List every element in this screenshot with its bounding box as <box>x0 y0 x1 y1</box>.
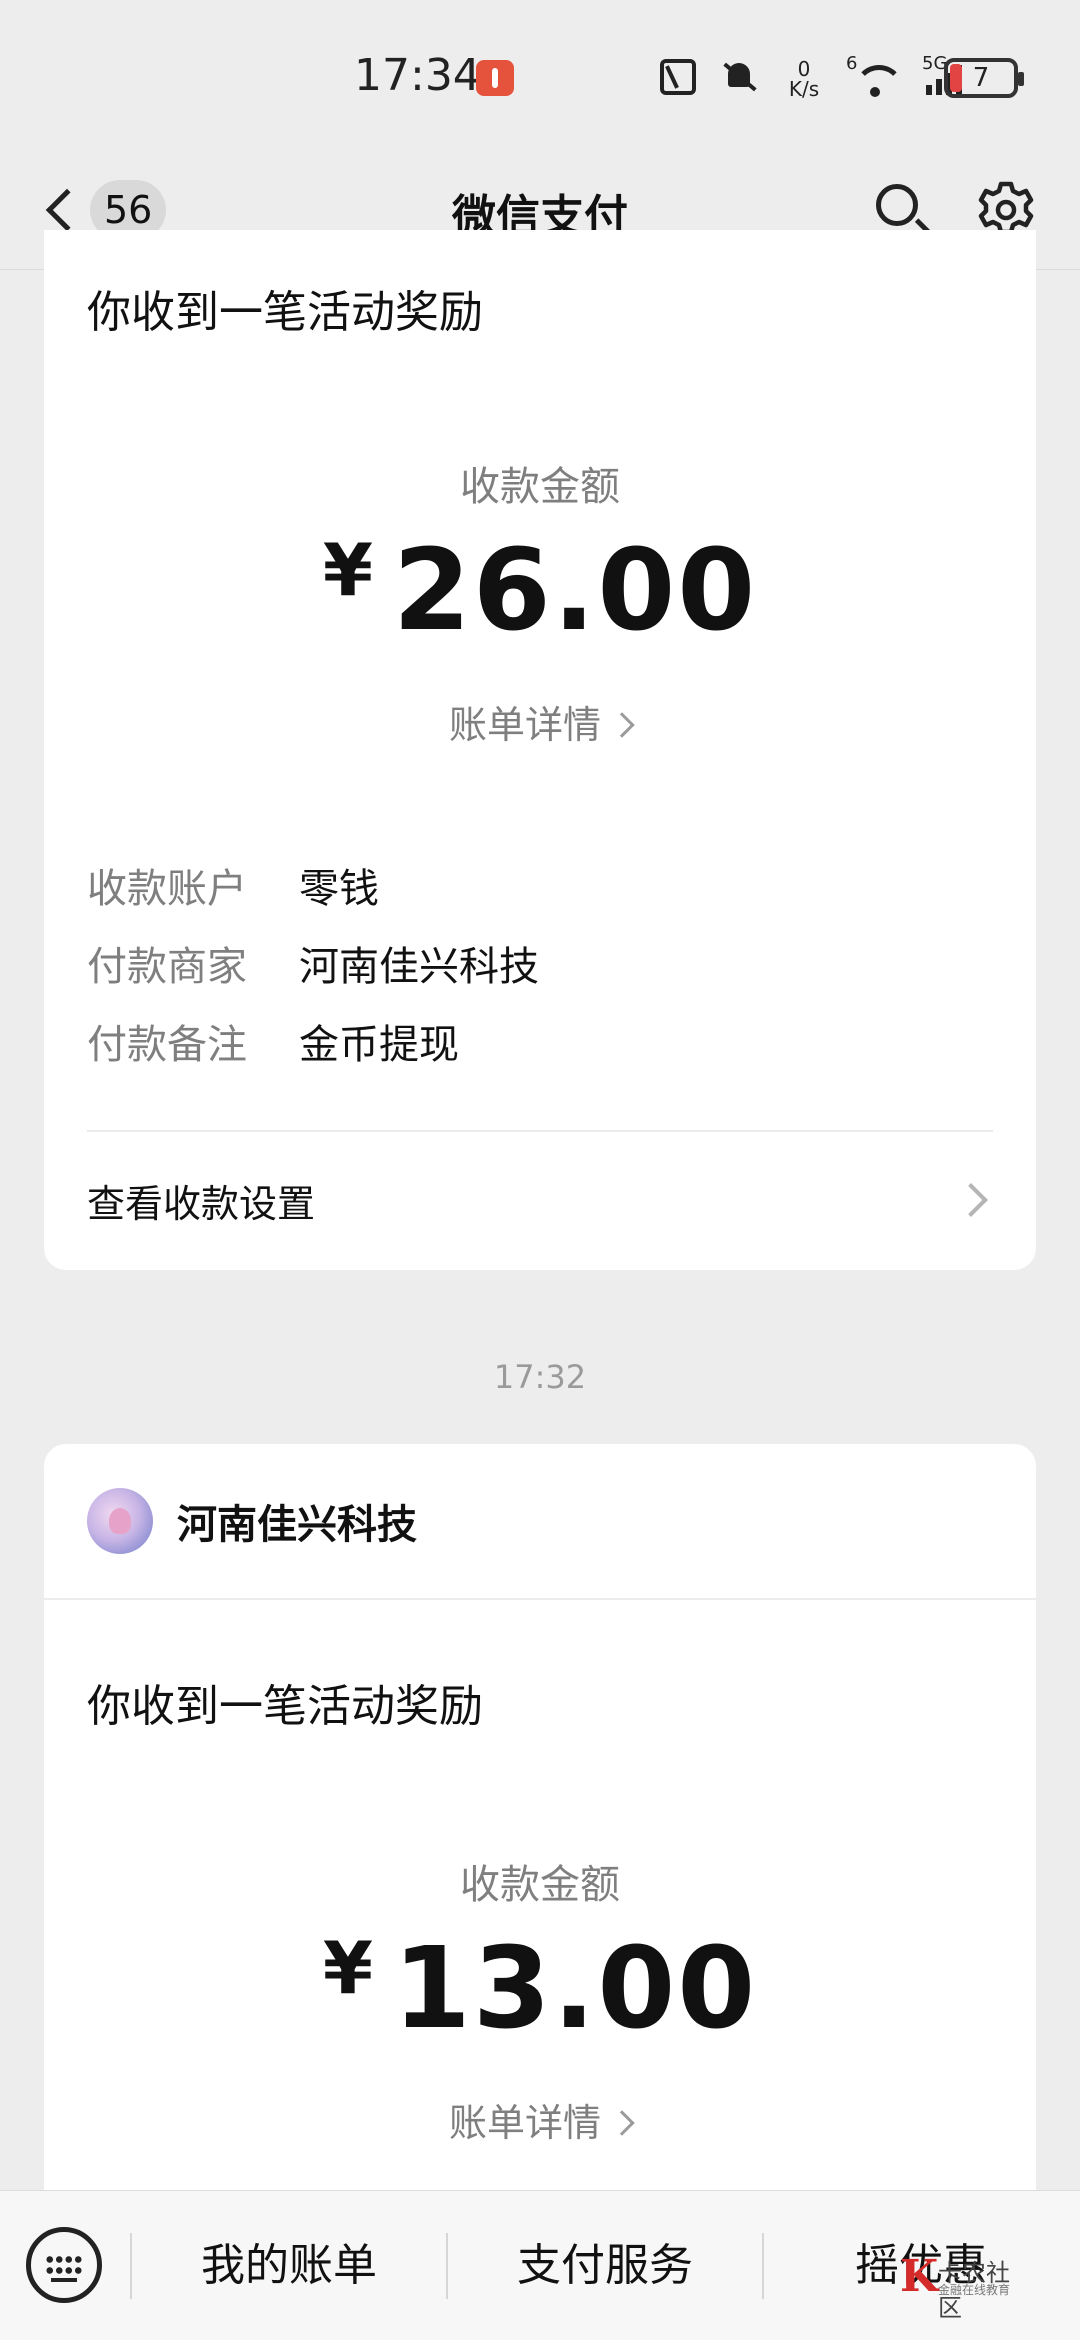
bill-detail-link[interactable]: 账单详情 <box>44 2092 1036 2147</box>
card-title: 你收到一笔活动奖励 <box>87 1681 483 1732</box>
chevron-right-icon <box>609 2110 635 2136</box>
battery-level: 7 <box>972 63 990 93</box>
muted-bell-icon <box>722 59 758 95</box>
chevron-right-icon <box>609 712 635 738</box>
payment-card[interactable]: 河南佳兴科技 你收到一笔活动奖励 收款金额 ¥13.00 账单详情 <box>44 1444 1036 2244</box>
amount-number: 13.00 <box>392 1924 758 2054</box>
bill-detail-label: 账单详情 <box>448 2101 601 2145</box>
divider <box>87 1130 993 1132</box>
network-speed-value: 0 <box>797 57 811 81</box>
keyboard-icon <box>45 2254 83 2276</box>
card-title: 你收到一笔活动奖励 <box>87 287 483 338</box>
battery-icon: 7 <box>944 58 1024 98</box>
amount-number: 26.00 <box>392 526 758 656</box>
detail-row: 收款账户 零钱 <box>87 856 379 914</box>
menu-my-bills[interactable]: 我的账单 <box>132 2231 446 2301</box>
detail-row: 付款备注 金币提现 <box>87 1012 459 1070</box>
message-timestamp: 17:32 <box>493 1358 587 1396</box>
currency-symbol: ¥ <box>322 528 375 612</box>
nfc-icon <box>660 59 696 95</box>
network-speed-unit: K/s <box>788 77 820 101</box>
receipt-settings-label: 查看收款设置 <box>87 1181 316 1226</box>
bill-detail-link[interactable]: 账单详情 <box>44 694 1036 749</box>
status-icons: 0 K/s 6 5G <box>660 52 974 102</box>
wifi-label: 6 <box>846 53 858 74</box>
merchant-header[interactable]: 河南佳兴科技 <box>44 1444 1036 1600</box>
amount-value: ¥26.00 <box>44 526 1036 656</box>
back-chevron-icon <box>45 188 89 232</box>
notification-badge-icon <box>476 60 514 96</box>
amount-label: 收款金额 <box>460 1862 620 1908</box>
status-bar: 17:34 0 K/s 6 5G 7 <box>0 0 1080 150</box>
detail-key: 付款商家 <box>87 944 247 990</box>
payment-card[interactable]: 你收到一笔活动奖励 收款金额 ¥26.00 账单详情 收款账户 零钱 付款商家 … <box>44 230 1036 1270</box>
menu-payment-services[interactable]: 支付服务 <box>448 2231 762 2301</box>
keyboard-toggle-button[interactable] <box>26 2227 102 2303</box>
detail-value: 金币提现 <box>299 1022 459 1068</box>
bottom-menu-bar: 我的账单 支付服务 摇优惠 K 卡农社区 金融在线教育 <box>0 2190 1080 2340</box>
merchant-name: 河南佳兴科技 <box>177 1502 417 1548</box>
detail-value: 河南佳兴科技 <box>299 944 539 990</box>
detail-key: 付款备注 <box>87 1022 247 1068</box>
amount-label: 收款金额 <box>460 464 620 510</box>
watermark-logo: K 卡农社区 金融在线教育 <box>900 2251 1011 2322</box>
status-time: 17:34 <box>354 50 481 101</box>
wifi-icon: 6 <box>846 53 904 97</box>
network-speed: 0 K/s <box>784 57 824 99</box>
chevron-right-icon <box>954 1183 988 1217</box>
detail-key: 收款账户 <box>87 866 247 912</box>
receipt-settings-link[interactable]: 查看收款设置 <box>87 1160 993 1240</box>
amount-value: ¥13.00 <box>44 1924 1036 2054</box>
search-icon <box>876 184 918 226</box>
merchant-avatar <box>87 1488 153 1554</box>
detail-value: 零钱 <box>299 866 379 912</box>
currency-symbol: ¥ <box>322 1926 375 2010</box>
bill-detail-label: 账单详情 <box>448 703 601 747</box>
detail-row: 付款商家 河南佳兴科技 <box>87 934 539 992</box>
